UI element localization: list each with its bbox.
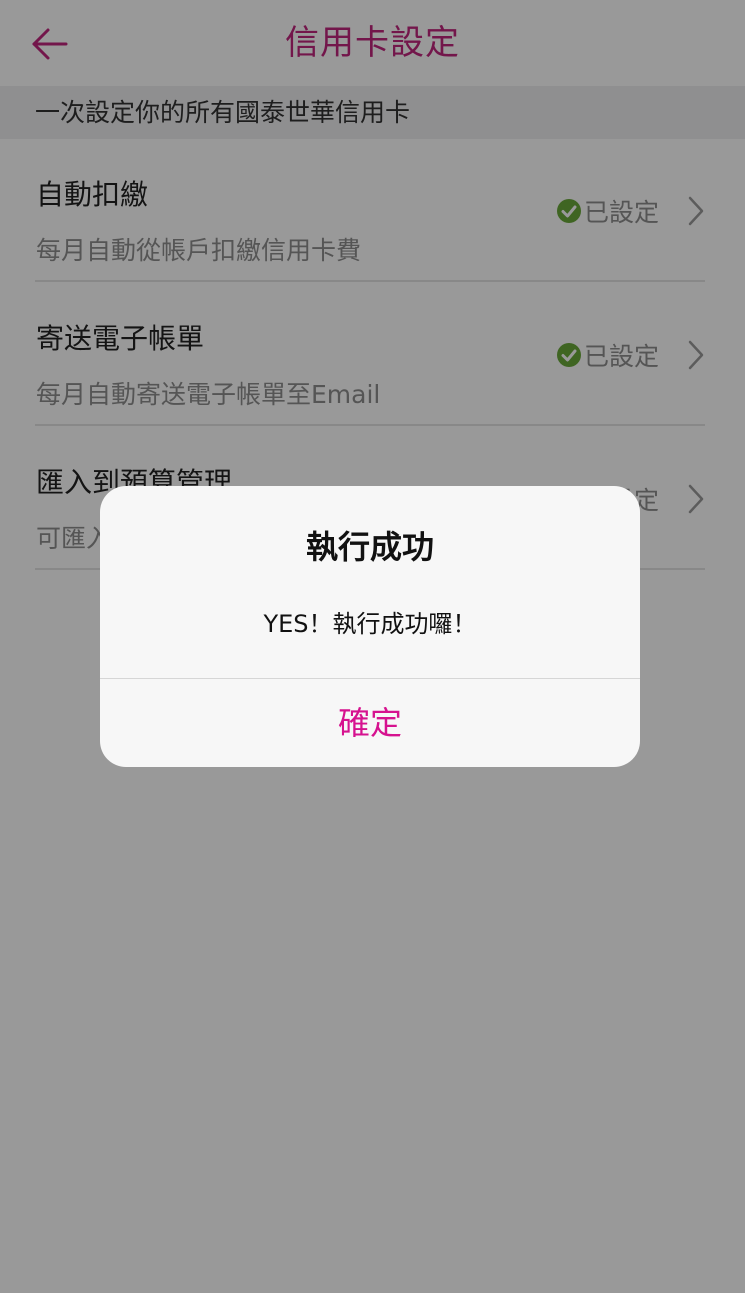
- success-alert-dialog: 執行成功 YES！執行成功囉！ 確定: [100, 486, 640, 767]
- alert-message: YES！執行成功囉！: [263, 610, 477, 638]
- alert-title: 執行成功: [305, 528, 434, 566]
- credit-card-settings-screen: 信用卡設定 一次設定你的所有國泰世華信用卡 自動扣繳 每月自動從帳戶扣繳信用卡費…: [0, 0, 745, 1293]
- confirm-button[interactable]: 確定: [100, 679, 640, 767]
